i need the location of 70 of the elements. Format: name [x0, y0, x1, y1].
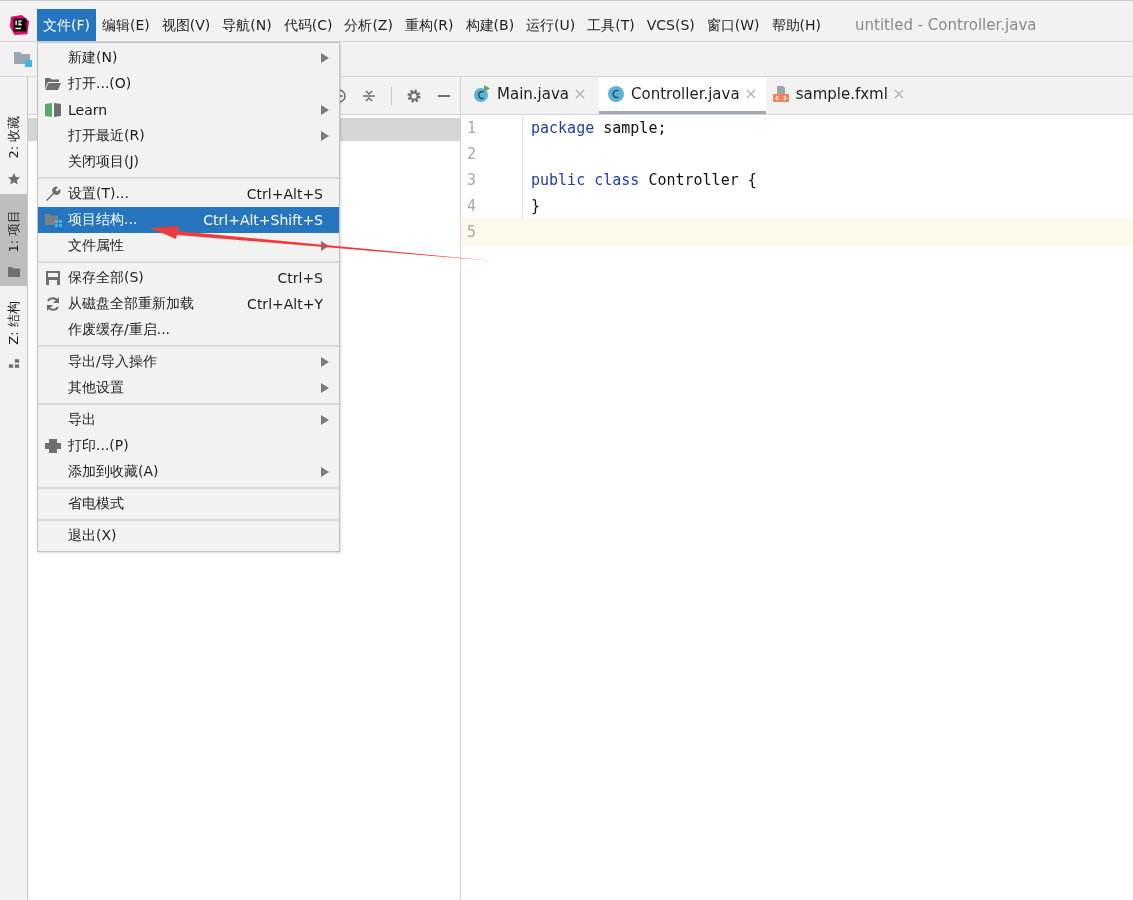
- menu-item[interactable]: VCS(S): [640, 9, 701, 41]
- window-title: untitled - Controller.java: [855, 16, 1037, 34]
- menu-item[interactable]: 导出/导入操作: [38, 349, 339, 375]
- line-number: 2: [466, 145, 478, 163]
- menu-item[interactable]: 其他设置: [38, 375, 339, 401]
- xml-file-icon: [771, 85, 790, 103]
- menu-item[interactable]: 退出(X): [38, 523, 339, 549]
- menu-item[interactable]: Learn: [38, 97, 339, 123]
- menu-item[interactable]: 重构(R): [398, 9, 460, 41]
- structure-icon: [7, 358, 20, 369]
- line-number: 4: [466, 197, 478, 215]
- submenu-arrow-icon: [321, 415, 329, 425]
- menu-item[interactable]: 编辑(E): [96, 9, 156, 41]
- menu-item[interactable]: 打开...(O): [38, 71, 339, 97]
- menu-item[interactable]: 代码(C): [277, 9, 339, 41]
- editor-tab[interactable]: sample.fxml: [769, 77, 914, 114]
- wrench-icon: [44, 185, 62, 203]
- class-icon: [607, 85, 625, 103]
- star-icon: [6, 172, 21, 186]
- tool-window-label: Z: 结构: [5, 301, 22, 345]
- menu-item[interactable]: 导航(N): [216, 9, 278, 41]
- editor-tab[interactable]: Main.java: [471, 77, 595, 114]
- code-line: public class Controller {: [530, 171, 757, 189]
- submenu-arrow-icon: [321, 105, 329, 115]
- menu-item[interactable]: 视图(V): [155, 9, 217, 41]
- menu-item[interactable]: 打印...(P): [38, 433, 339, 459]
- app-logo-icon[interactable]: [9, 14, 31, 36]
- submenu-arrow-icon: [321, 131, 329, 141]
- menu-item[interactable]: 关闭项目(J): [38, 149, 339, 175]
- tool-window-tab[interactable]: 2: 收藏: [0, 100, 27, 194]
- code-line: }: [530, 197, 541, 215]
- menu-item[interactable]: 文件(F): [37, 9, 96, 41]
- menu-item[interactable]: 运行(U): [520, 9, 582, 41]
- tool-window-tab[interactable]: Z: 结构: [0, 286, 27, 377]
- book-icon: [44, 102, 62, 118]
- submenu-arrow-icon: [321, 53, 329, 63]
- project-structure-icon: [44, 212, 62, 228]
- collapse-all-icon[interactable]: [361, 87, 377, 104]
- tool-window-label: 1: 项目: [5, 209, 22, 253]
- reload-icon: [45, 296, 61, 312]
- editor-tab[interactable]: Controller.java: [599, 77, 766, 114]
- menu-item[interactable]: 帮助(H): [765, 9, 828, 41]
- class-icon: [473, 85, 491, 103]
- settings-icon[interactable]: [406, 87, 422, 104]
- line-number: 3: [466, 171, 478, 189]
- menu-item[interactable]: 项目结构... Ctrl+Alt+Shift+S: [38, 207, 339, 233]
- code-line: package sample;: [530, 119, 667, 137]
- menu-item[interactable]: 设置(T)... Ctrl+Alt+S: [38, 181, 339, 207]
- folder-icon: [6, 266, 21, 278]
- menu-item[interactable]: 窗口(W): [700, 9, 766, 41]
- menu-item[interactable]: 省电模式: [38, 491, 339, 517]
- tool-window-tab[interactable]: 1: 项目: [0, 194, 27, 286]
- folder-icon: [44, 77, 62, 91]
- menu-item[interactable]: 工具(T): [581, 9, 641, 41]
- submenu-arrow-icon: [321, 357, 329, 367]
- menu-item[interactable]: 导出: [38, 407, 339, 433]
- menu-item[interactable]: 作废缓存/重启...: [38, 317, 339, 343]
- save-icon: [45, 270, 61, 286]
- menu-item[interactable]: 保存全部(S) Ctrl+S: [38, 265, 339, 291]
- menu-item[interactable]: 新建(N): [38, 45, 339, 71]
- menu-item[interactable]: 添加到收藏(A): [38, 459, 339, 485]
- menu-item[interactable]: 从磁盘全部重新加载 Ctrl+Alt+Y: [38, 291, 339, 317]
- submenu-arrow-icon: [321, 383, 329, 393]
- line-number: 1: [466, 119, 478, 137]
- submenu-arrow-icon: [321, 467, 329, 477]
- line-number: 5: [466, 223, 478, 241]
- menu-item[interactable]: 打开最近(R): [38, 123, 339, 149]
- tool-window-label: 2: 收藏: [5, 115, 22, 159]
- menu-item[interactable]: 构建(B): [459, 9, 521, 41]
- menu-item[interactable]: 分析(Z): [338, 9, 399, 41]
